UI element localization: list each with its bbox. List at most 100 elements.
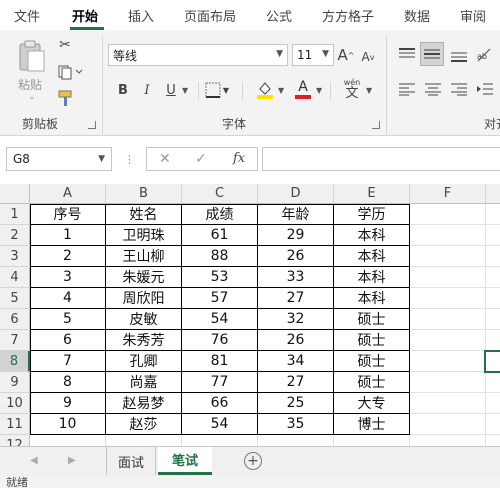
align-top-icon[interactable] (396, 44, 418, 66)
borders-button[interactable]: ▼ (204, 80, 230, 100)
cell[interactable] (410, 267, 486, 288)
cell[interactable]: 9 (30, 393, 106, 414)
select-all-corner[interactable] (0, 184, 30, 204)
cell[interactable] (486, 414, 500, 435)
paste-button[interactable] (12, 38, 50, 74)
cell[interactable]: 34 (258, 351, 334, 372)
cell[interactable]: 81 (182, 351, 258, 372)
cell[interactable] (410, 288, 486, 309)
cancel-icon[interactable]: ✕ (159, 151, 171, 167)
cell[interactable] (106, 435, 182, 446)
cell[interactable] (410, 435, 486, 446)
font-color-button[interactable]: A (292, 76, 314, 102)
add-sheet-button[interactable]: + (244, 452, 262, 470)
cell[interactable]: 26 (258, 246, 334, 267)
cell[interactable] (486, 225, 500, 246)
tab-file[interactable]: 文件 (14, 6, 40, 25)
cell[interactable] (486, 288, 500, 309)
cell[interactable]: 2 (30, 246, 106, 267)
cell[interactable]: 赵易梦 (106, 393, 182, 414)
cell[interactable] (410, 246, 486, 267)
cell[interactable] (334, 435, 410, 446)
orientation-icon[interactable]: ab (474, 44, 496, 66)
cell[interactable] (182, 435, 258, 446)
cell[interactable] (486, 393, 500, 414)
cell[interactable]: 大专 (334, 393, 410, 414)
chevron-down-icon[interactable]: ▼ (316, 86, 322, 95)
cell[interactable]: 年龄 (258, 204, 334, 225)
cell[interactable] (410, 351, 486, 372)
tab-home[interactable]: 开始 (72, 6, 98, 25)
cell[interactable]: 博士 (334, 414, 410, 435)
tab-fangfang[interactable]: 方方格子 (322, 6, 374, 25)
row-header-1[interactable]: 1 (0, 204, 30, 225)
cell[interactable]: 硕士 (334, 309, 410, 330)
drag-handle-icon[interactable]: ⋮ (124, 153, 135, 166)
cell[interactable]: 26 (258, 330, 334, 351)
cell[interactable]: 学历 (334, 204, 410, 225)
row-header-8[interactable]: 8 (0, 351, 30, 372)
cell[interactable] (486, 267, 500, 288)
underline-button[interactable]: U (162, 80, 180, 100)
italic-button[interactable]: I (138, 80, 156, 100)
cell[interactable]: 54 (182, 414, 258, 435)
column-header-F[interactable]: F (410, 184, 486, 204)
font-launcher-icon[interactable] (372, 121, 380, 129)
cell[interactable]: 本科 (334, 246, 410, 267)
cell[interactable]: 硕士 (334, 330, 410, 351)
cell[interactable]: 61 (182, 225, 258, 246)
cell[interactable] (410, 393, 486, 414)
cell[interactable]: 88 (182, 246, 258, 267)
cell[interactable]: 赵莎 (106, 414, 182, 435)
align-middle-icon[interactable] (420, 42, 444, 66)
cell[interactable]: 3 (30, 267, 106, 288)
cell[interactable]: 53 (182, 267, 258, 288)
paste-dropdown-icon[interactable]: ⌄ (28, 92, 36, 102)
cell[interactable]: 77 (182, 372, 258, 393)
scroll-right-icon[interactable]: ▶ (68, 455, 76, 466)
cell[interactable] (410, 225, 486, 246)
cut-icon[interactable]: ✂ (56, 36, 74, 54)
cell[interactable]: 35 (258, 414, 334, 435)
align-bottom-icon[interactable] (448, 44, 470, 66)
insert-function-icon[interactable]: fx (233, 151, 245, 166)
grow-font-button[interactable]: A ^ (336, 44, 356, 66)
chevron-down-icon[interactable]: ▼ (278, 86, 284, 95)
cell[interactable]: 本科 (334, 225, 410, 246)
row-header-5[interactable]: 5 (0, 288, 30, 309)
align-left-icon[interactable] (396, 78, 418, 100)
row-header-3[interactable]: 3 (0, 246, 30, 267)
align-center-icon[interactable] (422, 78, 444, 100)
fill-color-button[interactable] (254, 78, 276, 102)
sheet-tab-written[interactable]: 笔试 (158, 447, 212, 475)
column-header-C[interactable]: C (182, 184, 258, 204)
cell[interactable]: 8 (30, 372, 106, 393)
row-header-11[interactable]: 11 (0, 414, 30, 435)
name-box[interactable]: G8 ▼ (6, 147, 112, 171)
cell[interactable] (486, 204, 500, 225)
cell[interactable]: 卫明珠 (106, 225, 182, 246)
shrink-font-button[interactable]: Av (358, 46, 378, 68)
sheet-tab-interview[interactable]: 面试 (106, 447, 156, 475)
cell[interactable] (410, 204, 486, 225)
cell[interactable] (410, 372, 486, 393)
cell[interactable]: 33 (258, 267, 334, 288)
row-header-12[interactable]: 12 (0, 435, 30, 446)
cell[interactable]: 25 (258, 393, 334, 414)
row-header-9[interactable]: 9 (0, 372, 30, 393)
chevron-down-icon[interactable]: ▼ (366, 86, 372, 95)
cell[interactable]: 王山柳 (106, 246, 182, 267)
formula-input[interactable] (262, 147, 500, 171)
cell[interactable]: 周欣阳 (106, 288, 182, 309)
cell[interactable]: 朱媛元 (106, 267, 182, 288)
cell[interactable]: 7 (30, 351, 106, 372)
font-name-select[interactable]: 等线 ▼ (108, 44, 288, 66)
cell[interactable]: 5 (30, 309, 106, 330)
cell[interactable]: 27 (258, 372, 334, 393)
indent-icon[interactable] (474, 78, 496, 100)
column-header-D[interactable]: D (258, 184, 334, 204)
tab-formulas[interactable]: 公式 (266, 6, 292, 25)
bold-button[interactable]: B (114, 80, 132, 100)
cell[interactable]: 76 (182, 330, 258, 351)
cell[interactable] (486, 330, 500, 351)
